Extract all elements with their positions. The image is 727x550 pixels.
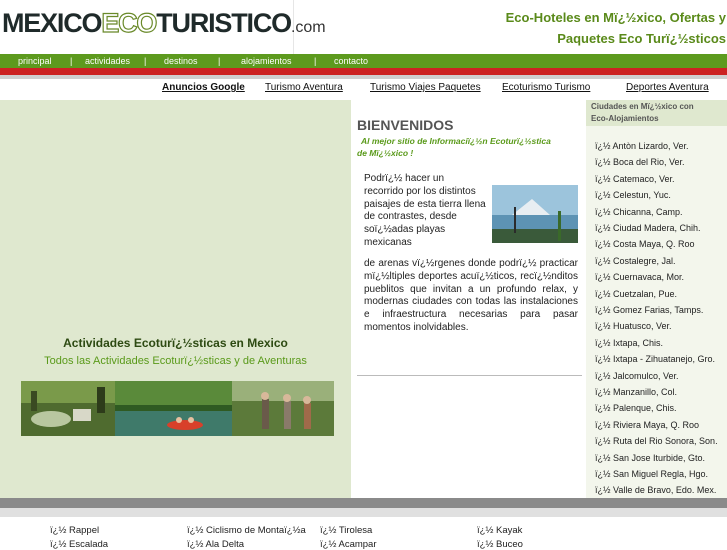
city-link[interactable]: ï¿½ Riviera Maya, Q. Roo: [595, 420, 699, 430]
welcome-subtitle-line-2: de Mï¿½xico !: [357, 148, 414, 158]
main-nav: principal | actividades | destinos | alo…: [0, 54, 727, 68]
ad-link-ecoturismo-turismo[interactable]: Ecoturismo Turismo: [502, 82, 590, 93]
footer-divider: [0, 498, 727, 508]
city-link[interactable]: ï¿½ Huatusco, Ver.: [595, 321, 672, 331]
city-link[interactable]: ï¿½ Celestun, Yuc.: [595, 190, 671, 200]
city-link[interactable]: ï¿½ Antòn Lizardo, Ver.: [595, 141, 689, 151]
welcome-subtitle-line-1: Al mejor sitio de Informaciï¿½n Ecoturï¿…: [361, 136, 551, 146]
city-link[interactable]: ï¿½ Ciudad Madera, Chih.: [595, 223, 701, 233]
city-link[interactable]: ï¿½ Valle de Bravo, Edo. Mex.: [595, 485, 716, 495]
activities-title[interactable]: Actividades Ecoturï¿½sticas en Mexico: [0, 336, 351, 350]
city-link[interactable]: ï¿½ Costa Maya, Q. Roo: [595, 239, 695, 249]
city-link[interactable]: ï¿½ San Jose Iturbide, Gto.: [595, 453, 705, 463]
ad-link-turismo-aventura[interactable]: Turismo Aventura: [265, 82, 343, 93]
activities-subtitle[interactable]: Todos las Actividades Ecoturï¿½sticas y …: [0, 355, 351, 367]
nav-separator: |: [144, 56, 147, 66]
camping-photo: [21, 381, 115, 436]
nav-item-actividades[interactable]: actividades: [85, 56, 130, 66]
logo-box[interactable]: MEXICOECOTURISTICO.com: [0, 0, 326, 54]
city-link[interactable]: ï¿½ Cuetzalan, Pue.: [595, 289, 677, 299]
logo-part-eco: ECO: [101, 7, 158, 38]
site-tagline: Eco-Hoteles en Mï¿½xico, Ofertas y Paque…: [296, 7, 727, 49]
welcome-title: BIENVENIDOS: [357, 117, 454, 133]
city-link[interactable]: ï¿½ Manzanillo, Col.: [595, 387, 677, 397]
nav-separator: |: [218, 56, 221, 66]
logo-part-turistico: TURISTICO: [156, 8, 292, 38]
welcome-paragraph-bottom: de arenas vï¿½rgenes donde podrï¿½ pract…: [364, 258, 578, 333]
nav-item-destinos[interactable]: destinos: [164, 56, 198, 66]
nav-separator: |: [314, 56, 317, 66]
site-logo[interactable]: MEXICOECOTURISTICO.com: [2, 7, 326, 39]
ad-link-turismo-viajes-paquetes[interactable]: Turismo Viajes Paquetes: [370, 82, 481, 93]
nav-separator: |: [70, 56, 73, 66]
ads-google-label[interactable]: Anuncios Google: [162, 82, 245, 93]
city-link[interactable]: ï¿½ Boca del Rio, Ver.: [595, 157, 685, 167]
ad-links-row: Anuncios Google Turismo Aventura Turismo…: [0, 79, 727, 99]
activity-link-ciclismo[interactable]: ï¿½ Ciclismo de Montaï¿½a: [187, 525, 306, 536]
city-link[interactable]: ï¿½ Costalegre, Jal.: [595, 256, 676, 266]
city-link[interactable]: ï¿½ Ruta del Rio Sonora, Son.: [595, 436, 718, 446]
city-link[interactable]: ï¿½ Palenque, Chis.: [595, 403, 677, 413]
tagline-line-1: Eco-Hoteles en Mï¿½xico, Ofertas y: [505, 10, 726, 25]
red-divider: [0, 68, 727, 75]
city-link[interactable]: ï¿½ Gomez Farias, Tamps.: [595, 305, 703, 315]
city-link[interactable]: ï¿½ Ixtapa - Zihuatanejo, Gro.: [595, 354, 715, 364]
activity-link-rappel[interactable]: ï¿½ Rappel: [50, 525, 99, 536]
city-link[interactable]: ï¿½ Jalcomulco, Ver.: [595, 371, 679, 381]
city-link[interactable]: ï¿½ San Miguel Regla, Hgo.: [595, 469, 708, 479]
city-link[interactable]: ï¿½ Catemaco, Ver.: [595, 174, 675, 184]
city-link[interactable]: ï¿½ Cuernavaca, Mor.: [595, 272, 684, 282]
activities-photo-strip[interactable]: [21, 381, 334, 436]
cities-title-line-1: Ciudades en Mï¿½xico con: [591, 102, 694, 111]
tagline-line-2: Paquetes Eco Turï¿½sticos: [557, 31, 726, 46]
cities-title: Ciudades en Mï¿½xico con Eco-Alojamiento…: [591, 101, 725, 125]
beach-photo: [492, 185, 578, 243]
activity-link-tirolesa[interactable]: ï¿½ Tirolesa: [320, 525, 372, 536]
nav-item-principal[interactable]: principal: [18, 56, 52, 66]
welcome-subtitle: Al mejor sitio de Informaciï¿½n Ecoturï¿…: [357, 135, 582, 159]
activity-link-kayak[interactable]: ï¿½ Kayak: [477, 525, 522, 536]
rafting-photo: [115, 381, 232, 436]
city-link[interactable]: ï¿½ Ixtapa, Chis.: [595, 338, 663, 348]
cities-title-line-2: Eco-Alojamientos: [591, 114, 659, 123]
activities-panel: [0, 100, 351, 498]
hiking-photo: [232, 381, 334, 436]
ad-link-deportes-aventura[interactable]: Deportes Aventura: [626, 82, 709, 93]
city-link[interactable]: ï¿½ Chicanna, Camp.: [595, 207, 683, 217]
nav-item-contacto[interactable]: contacto: [334, 56, 368, 66]
footer-strip: [0, 508, 727, 517]
content-divider: [357, 375, 582, 376]
nav-item-alojamientos[interactable]: alojamientos: [241, 56, 292, 66]
logo-part-mexico: MEXICO: [2, 8, 103, 38]
welcome-paragraph-top: Podrï¿½ hacer un recorrido por los disti…: [364, 173, 486, 248]
